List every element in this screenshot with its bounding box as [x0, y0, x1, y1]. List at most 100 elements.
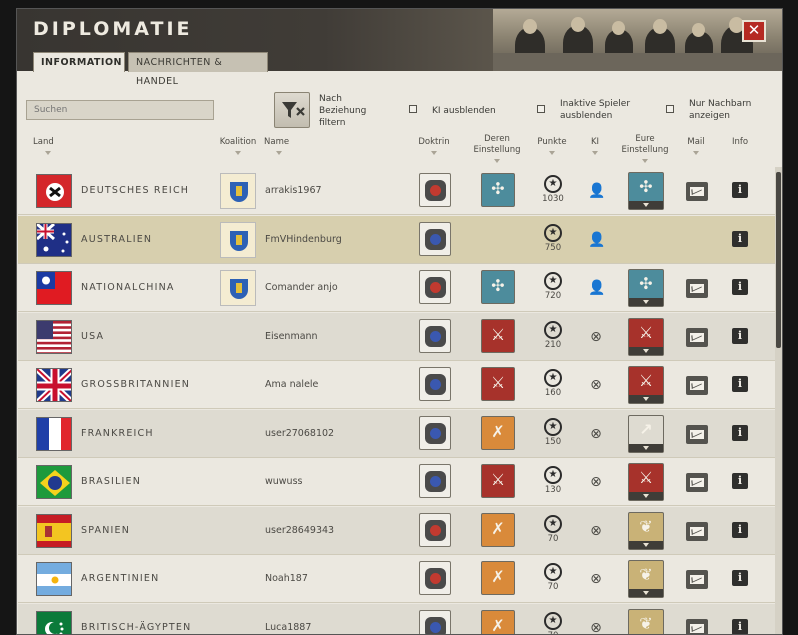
points-badge: ★70 — [539, 611, 567, 635]
points-badge: ★ 1030 — [539, 175, 567, 204]
hide-ai-checkbox[interactable] — [409, 105, 417, 113]
col-coalition[interactable]: Koalition — [218, 137, 258, 155]
doctrine-icon[interactable] — [419, 173, 451, 207]
points-badge: ★ 720 — [539, 272, 567, 301]
tab-messages-trade[interactable]: NACHRICHTEN & HANDEL — [128, 52, 268, 87]
mail-icon[interactable] — [686, 376, 708, 395]
spain-flag — [36, 513, 72, 548]
country-name: GROSSBRITANNIEN — [81, 379, 191, 390]
col-their-attitude[interactable]: Deren Einstellung — [471, 134, 523, 163]
mail-icon[interactable] — [686, 279, 708, 298]
table-row[interactable]: DEUTSCHES REICH arrakis1967 ✣ ★ 1030 👤 ✣ i — [18, 167, 775, 215]
your-attitude-peace-dropdown[interactable]: ❦ — [628, 608, 664, 634]
col-land[interactable]: Land — [33, 137, 54, 155]
player-name: user28649343 — [265, 524, 335, 536]
table-row[interactable]: FRANKREICH user27068102 ✗ ★ 150 ⊗ ↗ i — [18, 409, 775, 458]
doctrine-icon[interactable] — [419, 561, 451, 595]
hide-inactive-checkbox[interactable] — [537, 105, 545, 113]
table-row[interactable]: USA Eisenmann ⚔ ★ 210 ⊗ ⚔ i — [18, 312, 775, 361]
ai-off-icon: ⊗ — [590, 571, 602, 587]
col-your-attitude[interactable]: Eure Einstellung — [619, 134, 671, 163]
doctrine-icon[interactable] — [419, 609, 451, 634]
your-attitude-peace-dropdown[interactable]: ❦ — [628, 560, 664, 598]
doctrine-icon[interactable] — [419, 512, 451, 547]
nationalchina-flag — [36, 271, 72, 305]
player-name: arrakis1967 — [265, 185, 322, 196]
table-row[interactable]: SPANIEN user28649343 ✗ ★ 70 ⊗ ❦ i — [18, 506, 775, 555]
their-attitude-hostile-icon: ✗ — [481, 512, 515, 547]
info-icon[interactable]: i — [732, 230, 748, 247]
player-name: user27068102 — [265, 427, 335, 439]
table-row[interactable]: NATIONALCHINA Comander anjo ✣ ★ 720 👤 ✣ i — [18, 264, 775, 312]
mail-icon[interactable] — [686, 182, 708, 201]
info-icon[interactable]: i — [732, 521, 748, 538]
info-icon[interactable]: i — [732, 376, 748, 392]
doctrine-icon[interactable] — [419, 415, 451, 450]
player-name: Eisenmann — [265, 330, 318, 342]
col-mail[interactable]: Mail — [683, 137, 709, 155]
points-value: 210 — [544, 339, 562, 350]
points-badge: ★ 150 — [539, 417, 567, 447]
hide-inactive-label: Inaktive Spieler ausblenden — [560, 99, 631, 121]
your-attitude-war-dropdown[interactable]: ⚔ — [628, 463, 664, 501]
country-name: NATIONALCHINA — [81, 282, 175, 293]
mail-icon[interactable] — [686, 424, 708, 444]
info-icon[interactable]: i — [732, 327, 748, 344]
info-icon[interactable]: i — [732, 424, 748, 441]
your-attitude-friendly-dropdown[interactable]: ↗ — [628, 414, 664, 453]
their-attitude-war-icon: ⚔ — [481, 318, 515, 353]
search-input[interactable] — [26, 100, 214, 120]
table-row[interactable]: BRITISCH-ÄGYPTEN Luca1887 ✗ ★70 ⊗ ❦ i — [18, 603, 775, 635]
your-attitude-nato-dropdown[interactable]: ✣ — [628, 269, 664, 307]
info-icon[interactable]: i — [732, 279, 748, 295]
coalition-emblem-icon[interactable] — [220, 270, 256, 306]
player-name: FmVHindenburg — [265, 233, 342, 245]
tab-information[interactable]: INFORMATION — [33, 52, 125, 72]
info-icon[interactable]: i — [732, 618, 748, 634]
star-icon: ★ — [544, 175, 562, 193]
mail-icon[interactable] — [686, 521, 708, 541]
player-name: wuwuss — [265, 476, 303, 487]
mail-icon[interactable] — [686, 618, 708, 634]
info-icon[interactable]: i — [732, 182, 748, 198]
doctrine-icon[interactable] — [419, 221, 451, 256]
australia-flag — [36, 222, 72, 257]
close-button[interactable]: ✕ — [742, 20, 766, 42]
hide-ai-label: KI ausblenden — [432, 106, 496, 116]
your-attitude-peace-dropdown[interactable]: ❦ — [628, 511, 664, 550]
info-icon[interactable]: i — [732, 570, 748, 586]
relation-filter-button[interactable] — [274, 92, 310, 128]
col-ai[interactable]: KI — [585, 137, 605, 155]
table-row[interactable]: ARGENTINIEN Noah187 ✗ ★ 70 ⊗ ❦ i — [18, 555, 775, 603]
table-row[interactable]: GROSSBRITANNIEN Ama nalele ⚔ ★ 160 ⊗ ⚔ i — [18, 361, 775, 409]
col-doctrine[interactable]: Doktrin — [415, 137, 453, 155]
your-attitude-war-dropdown[interactable]: ⚔ — [628, 366, 664, 404]
neighbors-only-checkbox[interactable] — [666, 105, 674, 113]
mail-icon[interactable] — [686, 473, 708, 492]
ai-off-icon: ⊗ — [590, 522, 602, 539]
their-attitude-war-icon: ⚔ — [481, 464, 515, 498]
coalition-emblem-icon[interactable] — [220, 221, 256, 258]
star-icon: ★ — [544, 611, 562, 630]
col-points[interactable]: Punkte — [532, 137, 572, 155]
coalition-emblem-icon[interactable] — [220, 173, 256, 209]
doctrine-icon[interactable] — [419, 318, 451, 353]
doctrine-icon[interactable] — [419, 367, 451, 401]
mail-icon[interactable] — [686, 327, 708, 347]
uk-flag — [36, 368, 72, 402]
german-reich-flag — [36, 174, 72, 208]
your-attitude-nato-dropdown[interactable]: ✣ — [628, 172, 664, 210]
your-attitude-war-dropdown[interactable]: ⚔ — [628, 317, 664, 356]
table-row[interactable]: AUSTRALIEN FmVHindenburg ★ 750 👤 i — [18, 215, 775, 264]
info-icon[interactable]: i — [732, 473, 748, 489]
points-value: 70 — [547, 582, 559, 592]
scrollbar-thumb[interactable] — [776, 172, 781, 348]
country-name: DEUTSCHES REICH — [81, 185, 190, 196]
points-value: 160 — [544, 388, 562, 398]
doctrine-icon[interactable] — [419, 270, 451, 304]
col-name[interactable]: Name — [264, 137, 289, 155]
table-row[interactable]: BRASILIEN wuwuss ⚔ ★ 130 ⊗ ⚔ i — [18, 458, 775, 506]
mail-icon[interactable] — [686, 570, 708, 589]
points-value: 70 — [539, 631, 567, 635]
doctrine-icon[interactable] — [419, 464, 451, 498]
